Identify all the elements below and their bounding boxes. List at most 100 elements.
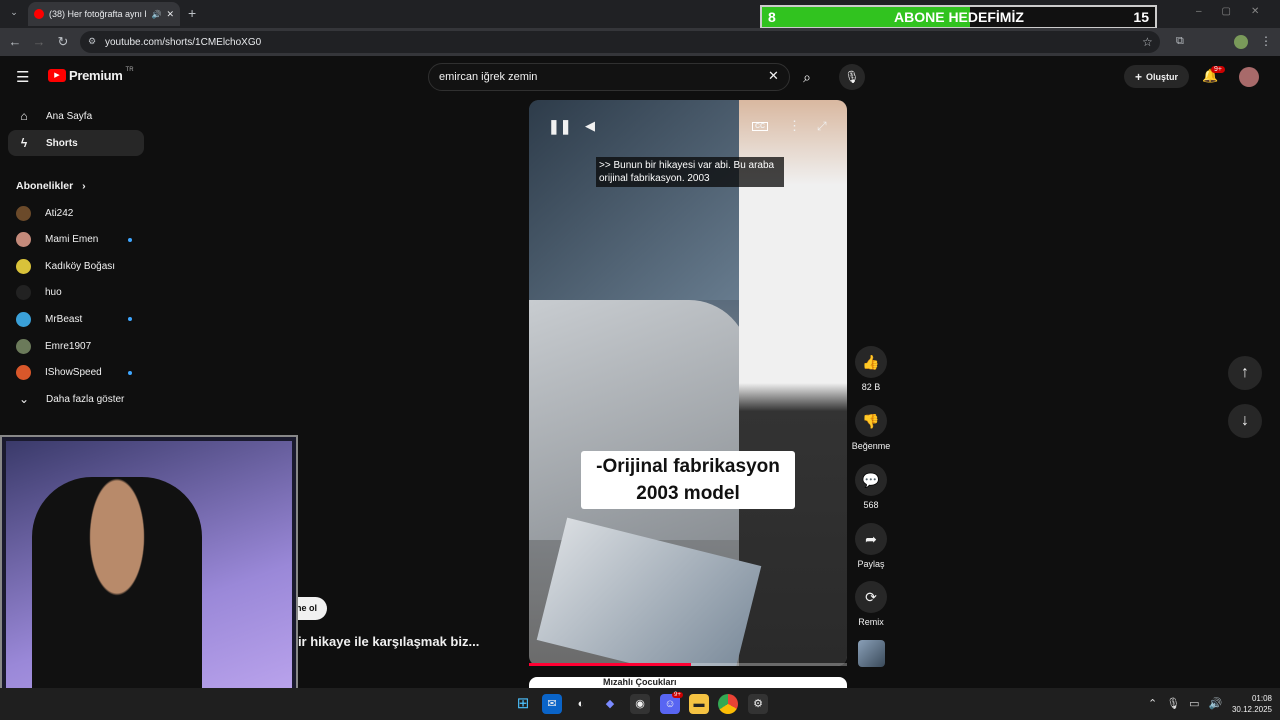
- bookmark-star-icon[interactable]: ☆: [1142, 35, 1153, 49]
- closed-caption-text: >> Bunun bir hikayesi var abi. Bu araba …: [596, 157, 784, 187]
- close-tab-icon[interactable]: ✕: [166, 9, 174, 20]
- streamer-figure: [32, 477, 202, 717]
- goal-current: 8: [768, 9, 776, 25]
- comment-count: 568: [863, 500, 879, 510]
- video-progress-bar[interactable]: [529, 663, 847, 666]
- tray-icons[interactable]: ⌃🎙▭🔊: [1148, 697, 1231, 710]
- channel-avatar: [16, 232, 31, 248]
- streamer-webcam: [0, 435, 298, 720]
- channel-name: MrBeast: [45, 313, 83, 325]
- plus-icon: +: [1134, 69, 1142, 84]
- sidebar-channel-item[interactable]: IShowSpeed: [8, 360, 144, 386]
- channel-name: IShowSpeed: [45, 367, 102, 379]
- profile-avatar-browser[interactable]: [1234, 35, 1248, 49]
- channel-avatar: [16, 311, 31, 327]
- browser-menu-icon[interactable]: ⋮: [1260, 34, 1272, 48]
- address-bar[interactable]: youtube.com/shorts/1CMElchoXG0: [80, 31, 1160, 53]
- notification-badge: 9+: [1211, 66, 1225, 73]
- window-controls[interactable]: –▢✕: [1196, 6, 1279, 17]
- like-button[interactable]: 👍: [855, 346, 887, 378]
- account-avatar[interactable]: [1239, 67, 1259, 87]
- share-label: Paylaş: [857, 559, 885, 569]
- obs-icon[interactable]: ◉: [630, 694, 650, 714]
- fullscreen-icon[interactable]: ⤢: [817, 119, 827, 134]
- forward-icon[interactable]: →: [30, 33, 48, 51]
- subscriptions-heading[interactable]: Abonelikler ›: [16, 180, 86, 192]
- windows-start-icon[interactable]: ⊞: [513, 694, 533, 714]
- share-icon: ➦: [865, 531, 877, 547]
- search-input[interactable]: emircan iğrek zemin: [428, 63, 790, 91]
- video-progress-fill: [529, 663, 692, 666]
- chrome-icon[interactable]: [718, 694, 738, 714]
- new-content-dot: [128, 370, 132, 375]
- sidebar-item-home[interactable]: ⌂ Ana Sayfa: [8, 103, 144, 129]
- channel-name: huo: [45, 287, 62, 299]
- youtube-play-icon: ▶: [48, 69, 66, 82]
- video-subtitle-overlay: -Orijinal fabrikasyon 2003 model: [581, 451, 795, 509]
- sidebar-channel-item[interactable]: Emre1907: [8, 333, 144, 359]
- clock[interactable]: 01:08 30.12.2025: [1226, 693, 1272, 715]
- previous-short-button[interactable]: ↑: [1228, 356, 1262, 390]
- subscriber-goal-bar: 8 ABONE HEDEFİMİZ 15: [760, 5, 1157, 29]
- clear-search-icon[interactable]: ✕: [768, 68, 779, 84]
- volume-icon[interactable]: ◀: [585, 118, 595, 134]
- thumbs-up-icon: 👍: [862, 354, 880, 370]
- app3-icon[interactable]: ⚙: [748, 694, 768, 714]
- new-content-dot: [128, 317, 132, 322]
- extensions-icon[interactable]: ⧉: [1176, 35, 1184, 48]
- video-title[interactable]: bir hikaye ile karşılaşmak biz...: [290, 634, 479, 649]
- microphone-icon[interactable]: 🎙: [839, 64, 865, 90]
- remix-label: Remix: [858, 617, 884, 627]
- channel-name: Kadıköy Boğası: [45, 260, 116, 272]
- channel-name: Mami Emen: [45, 234, 99, 246]
- new-content-dot: [128, 237, 132, 242]
- channel-avatar: [16, 205, 31, 221]
- sidebar-channel-item[interactable]: Mami Emen: [8, 227, 144, 253]
- youtube-logo[interactable]: ▶ Premium TR: [48, 67, 134, 83]
- share-button[interactable]: ➦: [855, 523, 887, 555]
- shorts-icon: ϟ: [20, 136, 28, 150]
- site-info-icon[interactable]: ⚙: [88, 36, 96, 47]
- channel-avatar: [16, 258, 31, 274]
- next-short-preview[interactable]: Mızahlı Çocukları: [529, 677, 847, 688]
- hamburger-menu-icon[interactable]: ☰: [16, 68, 29, 86]
- thumbs-down-icon: 👎: [862, 413, 880, 429]
- dislike-button[interactable]: 👎: [855, 405, 887, 437]
- app-icon[interactable]: ◐: [571, 694, 591, 714]
- comments-button[interactable]: 💬: [855, 464, 887, 496]
- remix-button[interactable]: ⟳: [855, 581, 887, 613]
- sidebar-channel-item[interactable]: MrBeast: [8, 306, 144, 332]
- browser-tab[interactable]: (38) Her fotoğrafta aynı bir h 🔊 ✕: [28, 2, 180, 26]
- next-channel-name: Mızahlı Çocukları: [603, 677, 677, 687]
- back-icon[interactable]: ←: [6, 33, 24, 51]
- next-short-button[interactable]: ↓: [1228, 404, 1262, 438]
- arrow-down-icon: ↓: [1241, 412, 1249, 429]
- sidebar-channel-item[interactable]: huo: [8, 280, 144, 306]
- search-icon[interactable]: ⌕: [790, 63, 824, 91]
- create-button[interactable]: + Oluştur: [1124, 65, 1189, 88]
- goal-label: ABONE HEDEFİMİZ: [894, 9, 1024, 25]
- goal-target: 15: [1133, 9, 1149, 25]
- cc-button[interactable]: CC: [752, 122, 769, 131]
- channel-avatar: [16, 365, 31, 381]
- new-tab-button[interactable]: +: [188, 5, 196, 21]
- reload-icon[interactable]: ↻: [54, 33, 72, 51]
- tab-list-button[interactable]: ⌄: [6, 7, 22, 21]
- home-icon: ⌂: [20, 109, 28, 123]
- pause-icon[interactable]: ❚❚: [548, 118, 571, 135]
- sidebar-item-shorts[interactable]: ϟ Shorts: [8, 130, 144, 156]
- outlook-icon[interactable]: ✉: [542, 694, 562, 714]
- chevron-down-icon: ⌄: [18, 392, 30, 406]
- chevron-right-icon: ›: [82, 180, 86, 192]
- show-more-button[interactable]: ⌄ Daha fazla göster: [8, 386, 144, 412]
- sound-thumbnail[interactable]: [858, 640, 885, 667]
- remix-icon: ⟳: [865, 589, 877, 605]
- app2-icon[interactable]: ◆: [600, 694, 620, 714]
- more-options-icon[interactable]: ⋮: [788, 118, 801, 134]
- channel-name: Ati242: [45, 207, 74, 219]
- sidebar-channel-item[interactable]: Ati242: [8, 200, 144, 226]
- sidebar-channel-item[interactable]: Kadıköy Boğası: [8, 253, 144, 279]
- channel-avatar: [16, 285, 31, 301]
- arrow-up-icon: ↑: [1241, 364, 1249, 381]
- file-explorer-icon[interactable]: ▬: [689, 694, 709, 714]
